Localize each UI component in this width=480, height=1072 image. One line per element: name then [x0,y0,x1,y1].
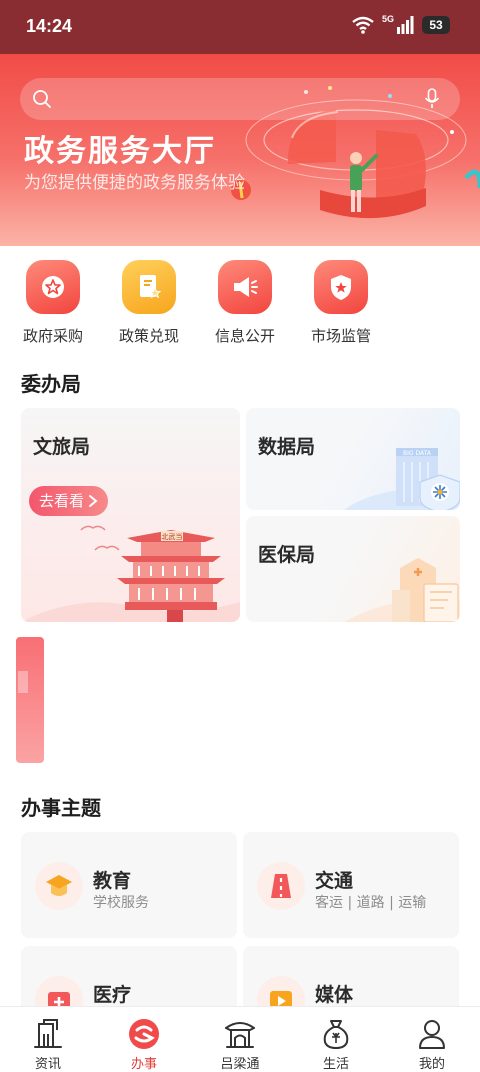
banner-subtitle: 为您提供便捷的政务服务体验 [24,173,245,193]
banner: 政务服务大厅 为您提供便捷的政务服务体验 [0,54,480,246]
theme-subtitle: 客运 | 道路 | 运输 [315,895,427,911]
pagoda-illustration: 北武当 [21,525,240,622]
quick-label: 信息公开 [214,327,275,345]
quick-actions: 政府采购 政策兑现 信息公开 市场监管 [0,256,480,346]
pagoda-sign: 北武当 [162,532,183,541]
theme-title: 交通 [315,870,354,892]
card-title: 医保局 [258,544,316,566]
big-data-illustration: BIG DATA [344,448,460,510]
pavilion-icon [200,1017,280,1051]
nav-label: 吕梁通 [220,1057,260,1072]
theme-title: 医疗 [93,984,132,1006]
wifi-icon [352,16,374,34]
battery-icon: 53 [422,16,450,34]
quick-item-policy[interactable]: 政策兑现 [109,256,189,346]
bureau-card-data[interactable]: 数据局 BIG DATA [246,408,460,510]
quick-label: 市场监管 [310,327,371,345]
road-icon [257,862,305,910]
card-title: 文旅局 [33,436,91,458]
banner-title: 政务服务大厅 [24,135,216,168]
service-icon [104,1017,184,1051]
bottom-navigation: 资讯 办事 吕梁通 生活 我的 [0,1006,480,1072]
life-bag-icon [296,1017,376,1051]
search-icon [33,90,51,108]
nav-label: 生活 [322,1057,349,1072]
status-time: 14:24 [26,16,73,36]
nav-tab-profile[interactable]: 我的 [392,1017,472,1072]
tab-notch [18,671,28,693]
hospital-illustration [344,558,460,622]
star-badge-icon [26,260,80,314]
quick-item-procurement[interactable]: 政府采购 [13,256,93,346]
quick-label: 政策兑现 [118,327,179,345]
floating-side-tab[interactable] [16,637,44,763]
quick-label: 政府采购 [22,327,83,345]
status-icons: 5G 53 [352,14,450,34]
nav-tab-news[interactable]: 资讯 [8,1017,88,1072]
nav-tab-life[interactable]: 生活 [296,1017,376,1072]
graduation-cap-icon [35,862,83,910]
theme-title: 教育 [93,870,132,892]
theme-title: 媒体 [315,984,354,1006]
network-type: 5G [381,14,394,24]
chevron-right-icon [89,495,98,507]
bureau-card-medical[interactable]: 医保局 [246,516,460,622]
big-data-sign: BIG DATA [403,450,432,457]
quick-item-disclosure[interactable]: 信息公开 [205,256,285,346]
theme-subtitle: 学校服务 [93,895,149,911]
app-screen: 14:24 5G 53 政务服务大厅 为您提供便捷的政务服务体验 政府采购 政策… [0,0,480,1072]
bureau-card-culture[interactable]: 文旅局 去看看 北武当 [21,408,240,622]
microphone-icon[interactable] [424,88,440,110]
document-star-icon [122,260,176,314]
news-icon [8,1017,88,1051]
signal-icon [397,16,414,34]
nav-label: 我的 [418,1057,445,1072]
section-title-bureaus: 委办局 [21,372,81,396]
card-title: 数据局 [258,436,316,458]
megaphone-icon [218,260,272,314]
search-bar[interactable] [20,78,460,120]
nav-tab-lvliangtong[interactable]: 吕梁通 [200,1017,280,1072]
quick-item-supervision[interactable]: 市场监管 [301,256,381,346]
nav-label: 资讯 [34,1057,61,1072]
section-title-themes: 办事主题 [21,796,101,820]
nav-tab-service[interactable]: 办事 [104,1017,184,1072]
police-shield-icon [314,260,368,314]
theme-card-education[interactable]: 教育 学校服务 [21,832,237,938]
theme-card-transport[interactable]: 交通 客运 | 道路 | 运输 [243,832,459,938]
nav-label: 办事 [130,1057,157,1072]
status-bar: 14:24 5G 53 [0,0,480,54]
user-icon [392,1017,472,1051]
